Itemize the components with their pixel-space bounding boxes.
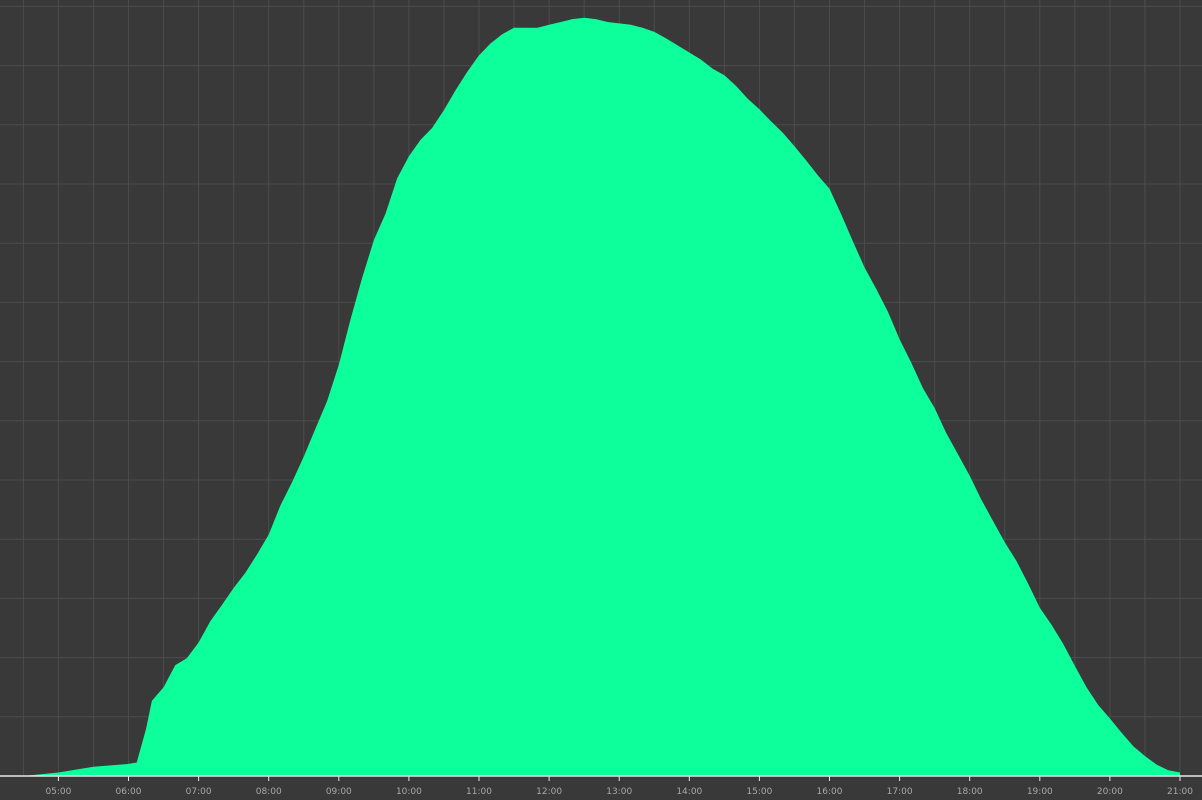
- x-tick-label: 11:00: [466, 787, 492, 797]
- x-tick-label: 12:00: [536, 787, 562, 797]
- x-tick-label: 07:00: [186, 787, 212, 797]
- x-tick-label: 19:00: [1027, 787, 1053, 797]
- x-tick-label: 15:00: [746, 787, 772, 797]
- x-tick-label: 16:00: [817, 787, 843, 797]
- x-tick-label: 05:00: [45, 787, 71, 797]
- x-tick-label: 08:00: [256, 787, 282, 797]
- area-chart: 05:00 06:00 07:00 08:00 09:00 10:00 11:00 12:00…: [0, 0, 1202, 800]
- x-tick-label: 10:00: [396, 787, 422, 797]
- x-tick-label: 14:00: [676, 787, 702, 797]
- x-tick-label: 17:00: [887, 787, 913, 797]
- x-tick-label: 20:00: [1097, 787, 1123, 797]
- x-tick-label: 06:00: [116, 787, 142, 797]
- x-tick-label: 21:00: [1167, 787, 1193, 797]
- x-tick-label: 13:00: [606, 787, 632, 797]
- x-tick-label: 09:00: [326, 787, 352, 797]
- x-tick-label: 18:00: [957, 787, 983, 797]
